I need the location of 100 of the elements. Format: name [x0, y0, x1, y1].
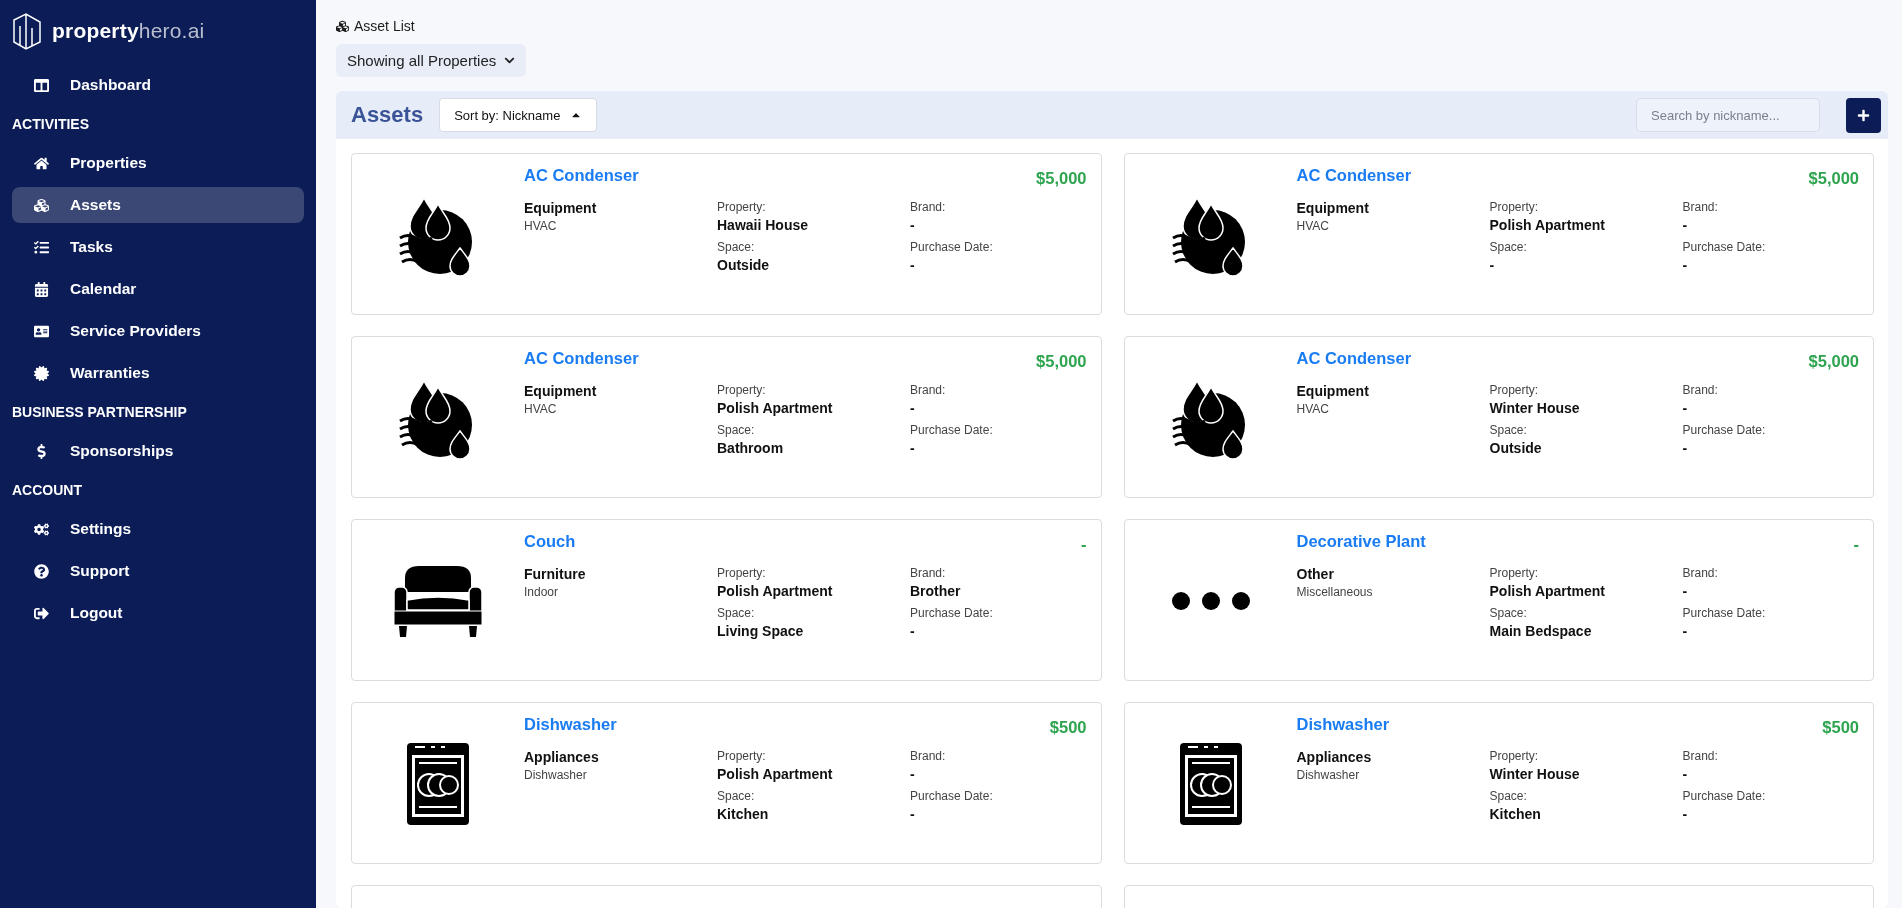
field-label: Brand: [1682, 383, 1719, 397]
field-value: Polish Apartment [1489, 583, 1606, 599]
boxes-icon [336, 19, 349, 33]
dishwasher-icon [405, 741, 471, 827]
field-value: - [1682, 766, 1689, 782]
field-label: Purchase Date: [910, 423, 994, 437]
asset-card[interactable]: AC Condenser $5,000 Equipment HVAC Property: Polish Apartment Brand: - Space: - Purchase Date: - [1123, 153, 1874, 315]
asset-category: Equipment [524, 200, 598, 216]
asset-card[interactable]: Decorative Plant - Other Miscellaneous Property: Polish Apartment Brand: - Space: Main Bedspace Purchase Date: - [1123, 519, 1874, 681]
asset-card[interactable]: AC Condenser $5,000 Equipment HVAC Property: Polish Apartment Brand: - Space: Bathroom Purchase Date: - [351, 336, 1102, 498]
asset-subcategory: HVAC [1296, 402, 1330, 416]
sort-button[interactable]: Sort by: Nickname [439, 98, 598, 132]
asset-price: $5,000 [1036, 169, 1087, 188]
asset-subcategory: Indoor [524, 585, 560, 599]
field-value: Polish Apartment [717, 400, 834, 416]
buildings-logo-icon [12, 12, 42, 50]
field-value: Bathroom [717, 440, 785, 456]
asset-category: Equipment [524, 383, 598, 399]
asset-name-link[interactable]: Dishwasher [524, 715, 617, 734]
field-value: Outside [1489, 440, 1543, 456]
asset-price: - [1081, 535, 1087, 554]
asset-category: Furniture [524, 566, 587, 582]
asset-category: Equipment [1296, 383, 1370, 399]
asset-name-link[interactable]: AC Condenser [1296, 349, 1412, 368]
field-label: Brand: [910, 383, 947, 397]
field-label: Space: [717, 240, 756, 254]
asset-price: $500 [1822, 718, 1859, 737]
asset-category: Appliances [524, 749, 600, 765]
panel-title: Assets [351, 102, 424, 128]
asset-subcategory: HVAC [524, 219, 558, 233]
nav-item[interactable]: Tasks [12, 229, 304, 265]
nav-item[interactable]: Settings [12, 511, 304, 547]
logout-icon [34, 605, 52, 621]
field-value: - [1682, 217, 1689, 233]
field-value: Main Bedspace [1489, 623, 1593, 639]
breadcrumb: Asset List [354, 18, 415, 34]
section-heading: ACTIVITIES [12, 115, 90, 134]
armchair-icon [393, 564, 483, 638]
nav-item[interactable]: Sponsorships [12, 433, 304, 469]
nav-item[interactable]: Dashboard [12, 67, 304, 103]
field-value: Polish Apartment [717, 766, 834, 782]
field-value: - [1682, 623, 1689, 639]
nav-item[interactable]: Assets [12, 187, 304, 223]
field-value: Outside [717, 257, 771, 273]
asset-card[interactable]: AC Condenser $5,000 Equipment HVAC Property: Hawaii House Brand: - Space: Outside Purchase Date: - [351, 153, 1102, 315]
asset-price: - [1853, 535, 1859, 554]
asset-subcategory: Dishwasher [1296, 768, 1361, 782]
field-label: Property: [1489, 566, 1540, 580]
asset-name-link[interactable]: Dishwasher [1296, 715, 1390, 734]
field-label: Space: [717, 789, 756, 803]
dishwasher-icon [1177, 741, 1244, 827]
property-filter-dropdown[interactable]: Showing all Properties [336, 44, 527, 77]
field-label: Purchase Date: [1682, 606, 1767, 620]
asset-price: $5,000 [1808, 352, 1859, 371]
field-label: Purchase Date: [1682, 240, 1767, 254]
field-label: Space: [1489, 240, 1528, 254]
field-value: - [1682, 583, 1689, 599]
asset-subcategory: Dishwasher [524, 768, 588, 782]
add-button[interactable] [1846, 97, 1881, 133]
asset-price: $500 [1049, 718, 1087, 737]
field-value: - [910, 806, 916, 822]
help-icon [34, 563, 52, 579]
asset-name-link[interactable]: AC Condenser [524, 166, 639, 185]
nav-item[interactable]: Warranties [12, 355, 304, 391]
home-icon [34, 155, 52, 171]
field-label: Space: [717, 423, 756, 437]
field-value: Kitchen [717, 806, 770, 822]
field-label: Purchase Date: [1682, 789, 1767, 803]
field-value: - [910, 257, 916, 273]
asset-name-link[interactable]: AC Condenser [1296, 166, 1412, 185]
seal-icon [34, 365, 52, 381]
field-value: - [910, 766, 916, 782]
asset-card[interactable]: Dishwasher $500 Appliances Dishwasher Property: Winter House Brand: - Space: Kitchen Purchase Date: - [1123, 702, 1874, 864]
nav-item[interactable]: Properties [12, 145, 304, 181]
field-value: Hawaii House [717, 217, 810, 233]
asset-card[interactable]: AC Condenser $5,000 Equipment HVAC Property: Winter House Brand: - Space: Outside Purchase Date: - [1123, 336, 1874, 498]
nav-item[interactable]: Logout [12, 595, 304, 631]
search-field[interactable]: Search by nickname... [1636, 98, 1820, 132]
field-label: Brand: [910, 749, 947, 763]
field-label: Space: [1489, 423, 1528, 437]
asset-name-link[interactable]: AC Condenser [524, 349, 639, 368]
section-heading: ACCOUNT [12, 481, 83, 500]
asset-card[interactable]: Couch - Furniture Indoor Property: Polish Apartment Brand: Brother Space: Living Space Purchase Date: - [351, 519, 1102, 681]
asset-name-link[interactable]: Couch [524, 532, 576, 551]
field-label: Property: [717, 200, 767, 214]
field-value: - [1682, 806, 1689, 822]
nav-item[interactable]: Service Providers [12, 313, 304, 349]
field-label: Property: [717, 749, 767, 763]
asset-subcategory: HVAC [524, 402, 558, 416]
nav-item[interactable]: Calendar [12, 271, 304, 307]
asset-category: Other [1296, 566, 1335, 582]
asset-name-link[interactable]: Decorative Plant [1296, 532, 1426, 551]
field-value: - [910, 440, 916, 456]
asset-category: Equipment [1296, 200, 1370, 216]
field-value: Kitchen [1489, 806, 1542, 822]
asset-card[interactable]: Dishwasher $500 Appliances Dishwasher Property: Polish Apartment Brand: - Space: Kitchen Purchase Date: - [351, 702, 1102, 864]
gears-icon [34, 521, 52, 537]
nav-item[interactable]: Support [12, 553, 304, 589]
field-label: Space: [717, 606, 756, 620]
field-value: - [910, 217, 916, 233]
